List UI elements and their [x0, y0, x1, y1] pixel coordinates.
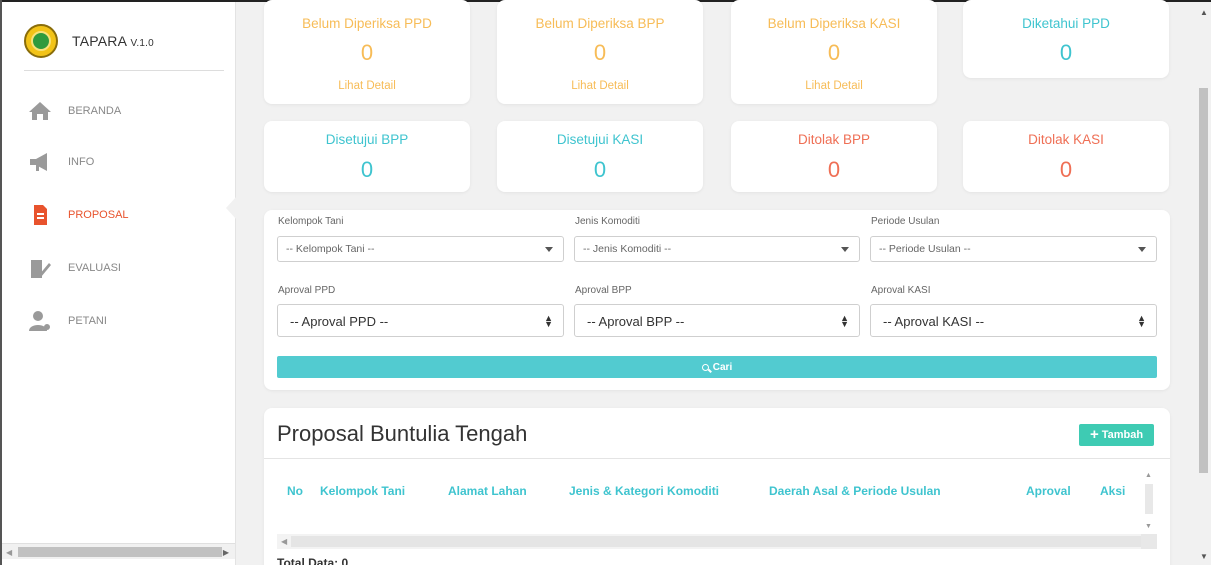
stat-card-belum-kasi: Belum Diperiksa KASI 0 Lihat Detail — [731, 0, 937, 104]
lihat-detail-link[interactable]: Lihat Detail — [731, 80, 937, 92]
megaphone-icon — [24, 147, 56, 177]
add-button[interactable]: + Tambah — [1079, 424, 1154, 446]
stat-value: 0 — [827, 40, 841, 65]
chevron-down-icon — [1138, 247, 1146, 252]
active-nav-caret — [226, 196, 237, 220]
scrollbar-thumb[interactable] — [18, 547, 222, 557]
sidebar-item-label: INFO — [68, 156, 95, 168]
sidebar-item-label: PETANI — [68, 315, 107, 327]
scroll-right-icon[interactable]: ▶ — [223, 548, 229, 557]
farmer-icon — [24, 306, 56, 336]
stat-card-disetujui-bpp: Disetujui BPP 0 — [264, 121, 470, 192]
table-header-aksi: Aksi — [1100, 484, 1126, 498]
sidebar-horizontal-scrollbar[interactable]: ◀ ▶ — [2, 543, 235, 559]
table-header-no: No — [287, 484, 303, 498]
sidebar-item-label: EVALUASI — [68, 262, 121, 274]
table-header-aproval: Aproval — [1026, 484, 1071, 498]
stat-title: Belum Diperiksa KASI — [767, 16, 901, 31]
add-button-label: Tambah — [1101, 429, 1144, 441]
brand[interactable]: TAPARA V.1.0 — [24, 24, 154, 58]
filter-label-aproval-ppd: Aproval PPD — [278, 285, 336, 296]
stat-card-belum-ppd: Belum Diperiksa PPD 0 Lihat Detail — [264, 0, 470, 104]
table-header-kelompok-tani: Kelompok Tani — [320, 484, 406, 498]
scroll-left-icon[interactable]: ◀ — [6, 548, 12, 557]
sidebar-item-beranda[interactable]: BERANDA — [24, 96, 121, 126]
search-button-label: Cari — [712, 361, 733, 373]
stat-value: 0 — [1059, 157, 1073, 182]
scrollbar-thumb[interactable] — [1145, 484, 1153, 514]
brand-divider — [24, 70, 224, 71]
scroll-up-icon[interactable]: ▲ — [1145, 472, 1152, 479]
table-header-alamat-lahan: Alamat Lahan — [448, 484, 527, 498]
scroll-down-icon[interactable]: ▼ — [1200, 552, 1208, 561]
chevron-down-icon — [545, 247, 553, 252]
stat-title: Disetujui BPP — [325, 132, 409, 147]
sidebar-item-label: BERANDA — [68, 105, 122, 117]
stat-title: Ditolak KASI — [1028, 132, 1104, 147]
stat-title: Ditolak BPP — [797, 132, 871, 147]
filter-label-aproval-bpp: Aproval BPP — [575, 285, 632, 296]
table-vertical-scrollbar[interactable]: ▲ ▼ — [1141, 472, 1157, 534]
stat-title: Disetujui KASI — [556, 132, 644, 147]
stat-value: 0 — [827, 157, 841, 182]
stat-card-ditolak-kasi: Ditolak KASI 0 — [963, 121, 1169, 192]
jenis-komoditi-select[interactable]: -- Jenis Komoditi -- — [574, 236, 860, 262]
scrollbar-thumb[interactable] — [291, 536, 1143, 547]
scrollbar-thumb[interactable] — [1199, 88, 1208, 473]
stat-value: 0 — [360, 40, 374, 65]
aproval-bpp-select[interactable]: -- Aproval BPP -- ▲ ▼ — [574, 304, 860, 337]
filter-label-jenis-komoditi: Jenis Komoditi — [575, 216, 641, 227]
home-icon — [24, 96, 56, 126]
stat-value: 0 — [360, 157, 374, 182]
search-button[interactable]: Cari — [277, 356, 1157, 378]
table-header-jenis-kategori: Jenis & Kategori Komoditi — [569, 484, 720, 498]
stat-card-ditolak-bpp: Ditolak BPP 0 — [731, 121, 937, 192]
plus-icon: + — [1089, 426, 1099, 443]
sidebar-item-petani[interactable]: PETANI — [24, 306, 107, 336]
kelompok-tani-select[interactable]: -- Kelompok Tani -- — [277, 236, 564, 262]
page-vertical-scrollbar[interactable]: ▲ ▼ — [1196, 2, 1211, 565]
filter-label-aproval-kasi: Aproval KASI — [871, 285, 931, 296]
logo-icon — [24, 24, 58, 58]
sidebar-item-evaluasi[interactable]: EVALUASI — [24, 253, 121, 283]
brand-name: TAPARA V.1.0 — [72, 33, 154, 49]
chevron-down-icon — [841, 247, 849, 252]
stat-card-disetujui-kasi: Disetujui KASI 0 — [497, 121, 703, 192]
stat-card-diketahui-ppd: Diketahui PPD 0 — [963, 0, 1169, 78]
section-title: Proposal Buntulia Tengah — [277, 421, 528, 446]
section-divider — [264, 458, 1170, 459]
sidebar: TAPARA V.1.0 BERANDA INFO PROPOSAL EVALU… — [2, 2, 236, 565]
updown-icon: ▲ ▼ — [544, 313, 553, 329]
periode-usulan-select[interactable]: -- Periode Usulan -- — [870, 236, 1157, 262]
filter-label-periode-usulan: Periode Usulan — [871, 216, 940, 227]
lihat-detail-link[interactable]: Lihat Detail — [264, 80, 470, 92]
scroll-down-icon[interactable]: ▼ — [1145, 523, 1152, 530]
scrollbar-corner — [1141, 534, 1157, 549]
total-data: Total Data: 0 — [277, 556, 349, 565]
aproval-ppd-select[interactable]: -- Aproval PPD -- ▲ ▼ — [277, 304, 564, 337]
stat-title: Diketahui PPD — [1022, 16, 1110, 31]
scroll-left-icon[interactable]: ◀ — [281, 537, 287, 546]
filter-label-kelompok-tani: Kelompok Tani — [278, 216, 344, 227]
updown-icon: ▲ ▼ — [1137, 313, 1146, 329]
evaluation-icon — [24, 253, 56, 283]
search-icon — [701, 363, 709, 371]
aproval-kasi-select[interactable]: -- Aproval KASI -- ▲ ▼ — [870, 304, 1157, 337]
updown-icon: ▲ ▼ — [840, 313, 849, 329]
stat-value: 0 — [593, 157, 607, 182]
table-horizontal-scrollbar[interactable]: ◀ ▶ — [277, 534, 1157, 549]
stat-card-belum-bpp: Belum Diperiksa BPP 0 Lihat Detail — [497, 0, 703, 104]
sidebar-item-info[interactable]: INFO — [24, 147, 94, 177]
table-header-daerah-periode: Daerah Asal & Periode Usulan — [769, 484, 941, 498]
stat-title: Belum Diperiksa PPD — [302, 16, 432, 31]
scroll-up-icon[interactable]: ▲ — [1200, 8, 1208, 17]
stat-title: Belum Diperiksa BPP — [535, 16, 665, 31]
stat-value: 0 — [593, 40, 607, 65]
stat-value: 0 — [1059, 40, 1073, 65]
lihat-detail-link[interactable]: Lihat Detail — [497, 80, 703, 92]
sidebar-item-proposal[interactable]: PROPOSAL — [24, 200, 129, 230]
document-icon — [24, 200, 56, 230]
sidebar-item-label: PROPOSAL — [68, 209, 129, 221]
